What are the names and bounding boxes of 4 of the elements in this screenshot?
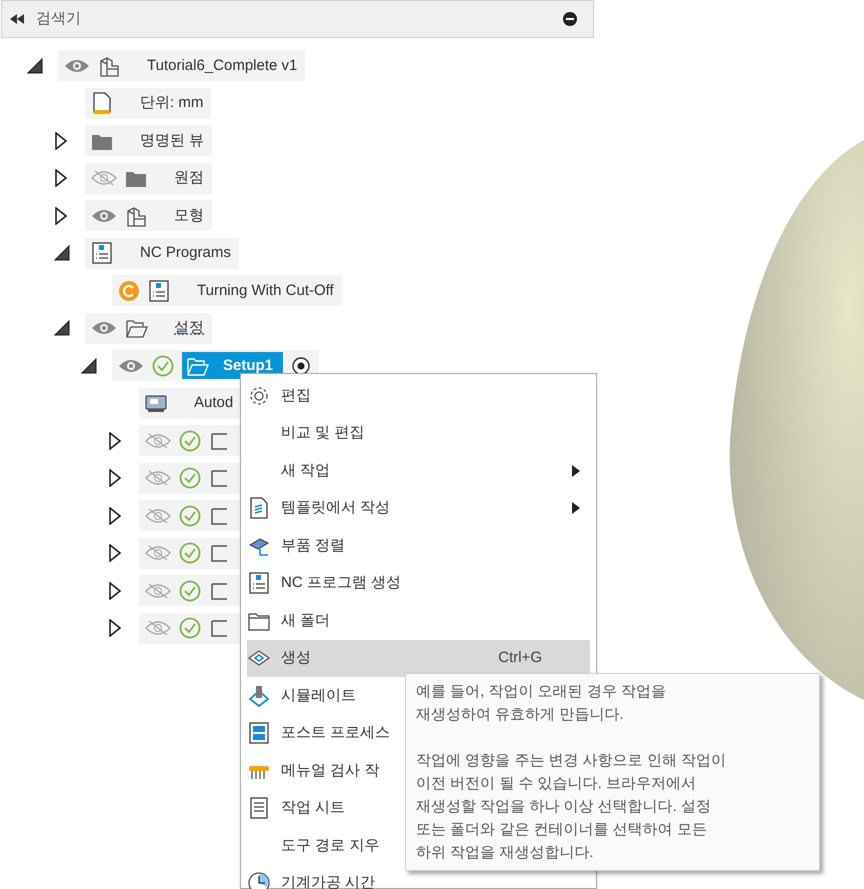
- shortcut-text: Ctrl+G: [498, 648, 542, 668]
- tooltip-paragraph: 작업에 영향을 주는 변경 사항으로 인해 작업이 이전 버전이 될 수 있습니다. 브라우저에서 재생성할 작업을 하나 이상 선택합니다. 설정 또는 폴더와 같은 컨테이너를 선택하여 모든 하위 작업을 재생성합니다.: [416, 751, 728, 863]
- panel-title: 검색기: [36, 8, 81, 29]
- tooltip-paragraph: 예를 들어, 작업이 오래된 경우 작업을 재생성하여 유효하게 만듭니다.: [416, 682, 668, 725]
